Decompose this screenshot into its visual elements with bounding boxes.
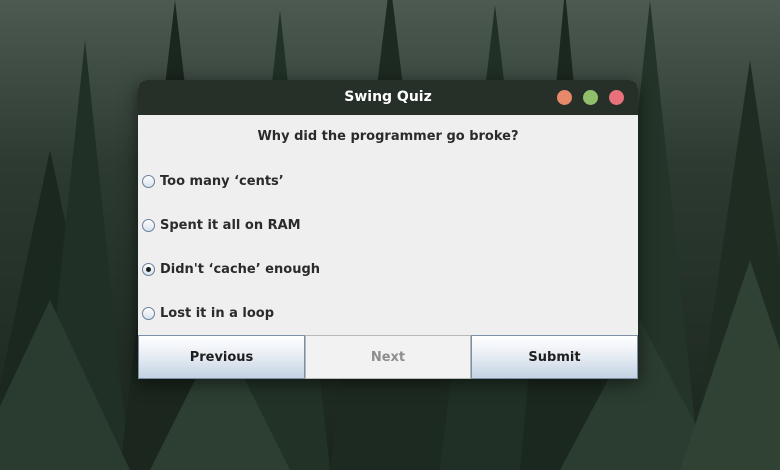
radio-button-icon[interactable] (142, 306, 155, 320)
answer-label: Too many ‘cents’ (160, 173, 284, 189)
question-text: Why did the programmer go broke? (257, 129, 519, 144)
next-button[interactable]: Next (305, 335, 471, 379)
answer-label: Didn't ‘cache’ enough (160, 261, 321, 277)
answer-label: Lost it in a loop (160, 305, 275, 321)
answer-option-2[interactable]: Spent it all on RAM (142, 215, 301, 235)
maximize-icon[interactable] (583, 90, 598, 105)
answer-option-3[interactable]: Didn't ‘cache’ enough (142, 259, 320, 279)
answer-option-1[interactable]: Too many ‘cents’ (142, 171, 284, 191)
button-bar: Previous Next Submit (138, 335, 638, 379)
radio-button-icon[interactable] (142, 174, 155, 188)
close-icon[interactable] (609, 90, 624, 105)
radio-button-icon[interactable] (142, 218, 155, 232)
previous-button[interactable]: Previous (138, 335, 305, 379)
minimize-icon[interactable] (557, 90, 572, 105)
submit-button[interactable]: Submit (471, 335, 638, 379)
quiz-window: Swing Quiz Why did the programmer go bro… (138, 80, 638, 379)
radio-button-selected-icon[interactable] (142, 262, 155, 276)
answer-label: Spent it all on RAM (160, 217, 301, 233)
answer-option-4[interactable]: Lost it in a loop (142, 303, 274, 323)
title-bar[interactable]: Swing Quiz (138, 80, 638, 115)
